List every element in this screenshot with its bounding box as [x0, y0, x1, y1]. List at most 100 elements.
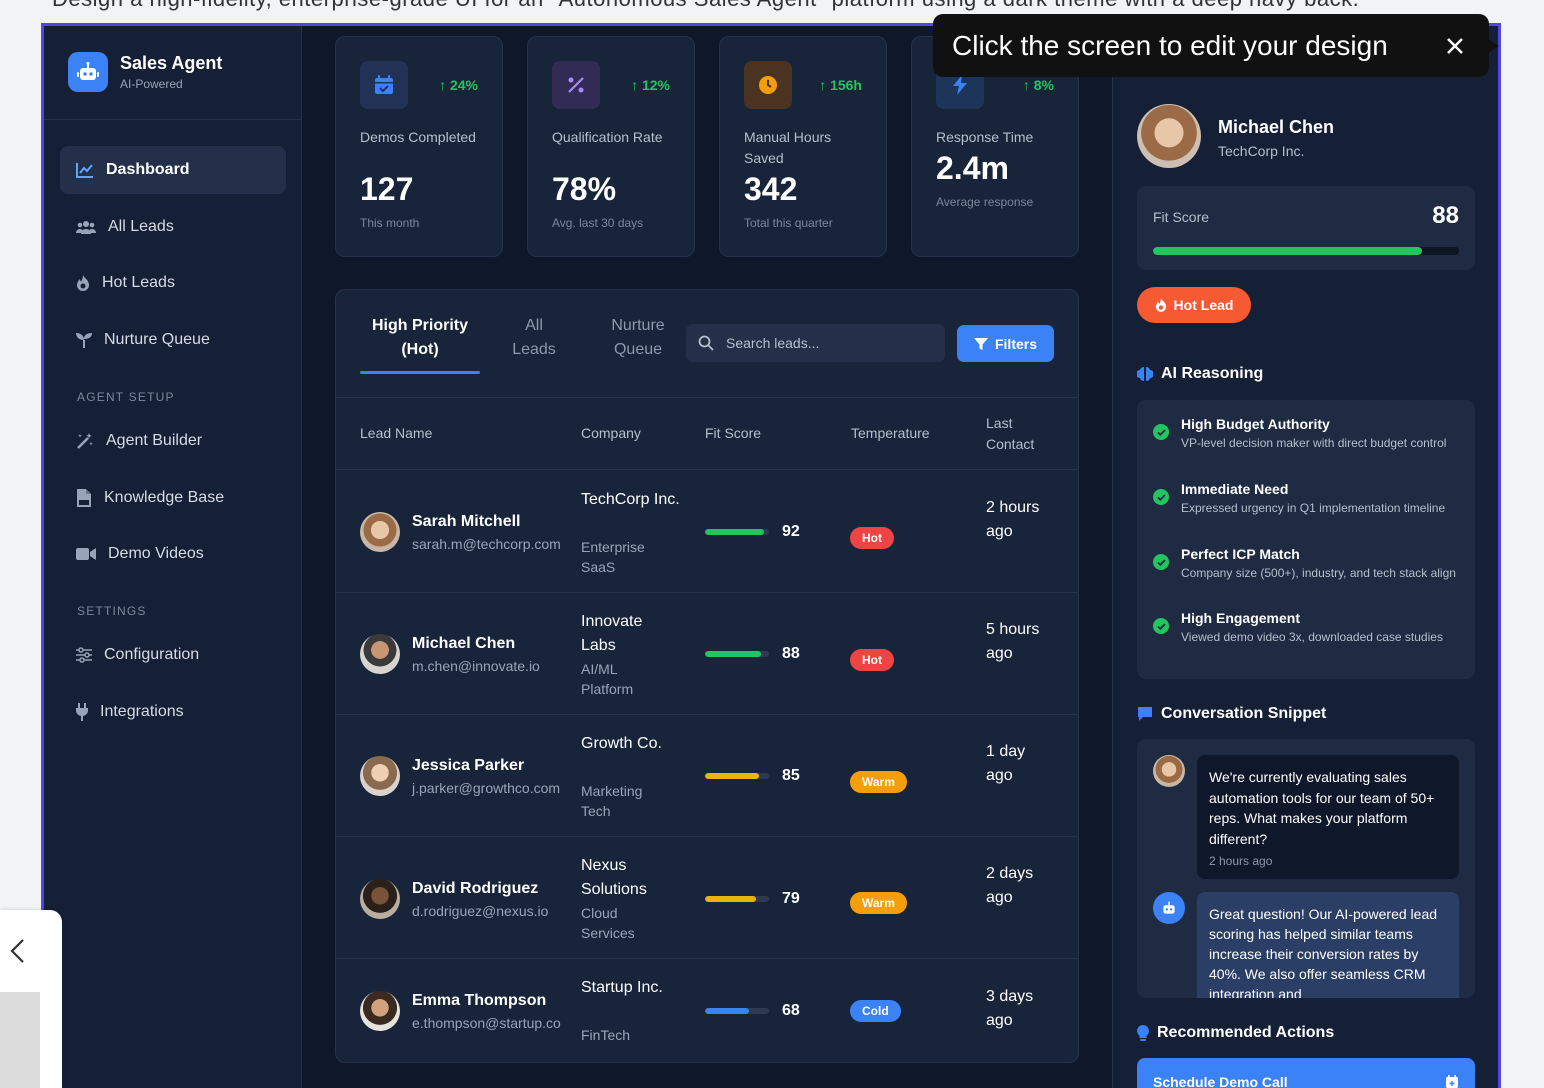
- stat-label: Manual Hours Saved: [744, 129, 832, 166]
- edit-hint-tooltip[interactable]: Click the screen to edit your design: [933, 14, 1489, 77]
- seedling-icon: [76, 333, 92, 348]
- search-icon: [698, 335, 714, 351]
- fit-score-card: Fit Score 88: [1137, 186, 1475, 270]
- last-contact: 2 hours ago: [986, 499, 1040, 540]
- tab-all-leads[interactable]: All Leads: [502, 314, 566, 362]
- robot-icon: [1153, 892, 1185, 924]
- lead-email: j.parker@growthco.com: [412, 780, 561, 796]
- stat-change: ↑ 8%: [1022, 77, 1054, 93]
- filters-button[interactable]: Filters: [957, 325, 1054, 362]
- avatar: [360, 756, 400, 796]
- lead-name: Sarah Mitchell: [412, 513, 521, 530]
- sidebar-item-label: Hot Leads: [102, 274, 175, 291]
- fit-score-fill: [705, 1008, 749, 1014]
- check-circle-icon: [1153, 618, 1169, 634]
- table-row[interactable]: Emma Thompson e.thompson@startup.co Star…: [336, 959, 1078, 1062]
- sidebar-divider: [44, 119, 302, 120]
- tooltip-arrow: [1485, 37, 1499, 55]
- button-label: Schedule Demo Call: [1153, 1074, 1288, 1088]
- avatar: [1153, 755, 1185, 787]
- tab-nurture-queue[interactable]: Nurture Queue: [590, 314, 686, 362]
- brand-subtitle: AI-Powered: [120, 77, 183, 91]
- sidebar-item-knowledge-base[interactable]: Knowledge Base: [60, 474, 286, 522]
- fire-icon: [77, 275, 89, 291]
- pdf-file-icon: [77, 489, 91, 507]
- table-row[interactable]: David Rodriguez d.rodriguez@nexus.io Nex…: [336, 837, 1078, 959]
- message-text: Great question! Our AI-powered lead scor…: [1209, 906, 1438, 998]
- users-icon: [76, 221, 96, 234]
- company-industry: Marketing Tech: [581, 783, 643, 819]
- lead-name: Jessica Parker: [412, 757, 525, 774]
- brand: Sales Agent AI-Powered: [68, 52, 222, 92]
- magic-wand-icon: [77, 433, 93, 449]
- column-header: Lead Name: [360, 425, 433, 441]
- sidebar-item-hot-leads[interactable]: Hot Leads: [60, 259, 286, 307]
- sidebar-item-dashboard[interactable]: Dashboard: [60, 146, 286, 194]
- search-input[interactable]: [726, 335, 926, 351]
- stat-note: Avg. last 30 days: [552, 216, 644, 230]
- table-header: Lead Name Company Fit Score Temperature …: [336, 397, 1078, 470]
- stat-value: 342: [744, 171, 798, 207]
- lead-email: m.chen@innovate.io: [412, 658, 540, 674]
- chat-bubble-icon: [1138, 707, 1152, 721]
- tooltip-text: Click the screen to edit your design: [952, 29, 1388, 61]
- stat-note: Average response: [936, 195, 1034, 209]
- last-contact: 3 days ago: [986, 988, 1034, 1029]
- sidebar-item-label: Integrations: [100, 703, 184, 720]
- sidebar-item-nurture-queue[interactable]: Nurture Queue: [60, 316, 286, 364]
- column-header: Fit Score: [705, 425, 762, 441]
- section-agent-setup: AGENT SETUP: [77, 390, 175, 404]
- chart-line-icon: [76, 163, 93, 178]
- sidebar-item-integrations[interactable]: Integrations: [60, 688, 286, 736]
- fit-score-value: 88: [782, 645, 800, 662]
- tab-high-priority[interactable]: High Priority (Hot): [360, 314, 480, 362]
- brand-title: Sales Agent: [120, 53, 223, 73]
- temperature-badge: Warm: [850, 771, 907, 793]
- company-industry: Cloud Services: [581, 905, 635, 941]
- schedule-demo-button[interactable]: Schedule Demo Call: [1137, 1058, 1475, 1088]
- collapse-panel-tab[interactable]: [0, 910, 62, 1088]
- badge-label: Hot Lead: [1173, 297, 1234, 313]
- fit-score-bar: [705, 896, 769, 902]
- robot-icon: [68, 52, 108, 92]
- sidebar-item-demo-videos[interactable]: Demo Videos: [60, 530, 286, 578]
- temperature-badge: Hot: [850, 527, 894, 549]
- sidebar-item-label: Configuration: [104, 646, 200, 663]
- stat-card-qualification: ↑ 12% Qualification Rate 78% Avg. last 3…: [527, 36, 695, 257]
- sidebar-item-label: Demo Videos: [108, 545, 204, 562]
- filter-icon: [973, 337, 988, 350]
- avatar: [360, 512, 400, 552]
- company-industry: AI/ML Platform: [581, 661, 634, 697]
- percent-icon: [552, 61, 600, 109]
- plug-icon: [76, 703, 88, 721]
- stat-label: Demos Completed: [360, 129, 476, 145]
- fit-score-value: 85: [782, 767, 800, 784]
- check-circle-icon: [1153, 424, 1169, 440]
- table-row[interactable]: Sarah Mitchell sarah.m@techcorp.com Tech…: [336, 471, 1078, 593]
- calendar-plus-icon: [1446, 1075, 1458, 1088]
- temperature-badge: Hot: [850, 649, 894, 671]
- close-icon[interactable]: [1441, 32, 1469, 60]
- sidebar-item-label: Dashboard: [106, 161, 190, 178]
- reason-title: High Engagement: [1181, 610, 1301, 626]
- check-circle-icon: [1153, 489, 1169, 505]
- last-contact: 2 days ago: [986, 865, 1034, 906]
- detail-company: TechCorp Inc.: [1218, 143, 1305, 159]
- sidebar-item-configuration[interactable]: Configuration: [60, 631, 286, 679]
- reason-desc: Expressed urgency in Q1 implementation t…: [1181, 501, 1446, 515]
- sidebar-item-all-leads[interactable]: All Leads: [60, 203, 286, 251]
- reason-desc: Company size (500+), industry, and tech …: [1181, 566, 1456, 580]
- prompt-heading: Design a high-fidelity, enterprise-grade…: [52, 0, 1359, 12]
- avatar: [360, 879, 400, 919]
- fit-score-fill: [705, 896, 756, 902]
- fit-score-value: 79: [782, 890, 800, 907]
- sliders-icon: [76, 647, 92, 663]
- lead-message: We're currently evaluating sales automat…: [1197, 755, 1459, 879]
- table-row[interactable]: Jessica Parker j.parker@growthco.com Gro…: [336, 715, 1078, 837]
- sidebar-item-agent-builder[interactable]: Agent Builder: [60, 417, 286, 465]
- stat-label: Response Time: [936, 129, 1034, 145]
- fit-score-value: 92: [782, 523, 800, 540]
- lead-name: Michael Chen: [412, 635, 516, 652]
- table-row[interactable]: Michael Chen m.chen@innovate.io Innovate…: [336, 593, 1078, 715]
- stat-card-hours: ↑ 156h Manual Hours Saved 342 Total this…: [719, 36, 887, 257]
